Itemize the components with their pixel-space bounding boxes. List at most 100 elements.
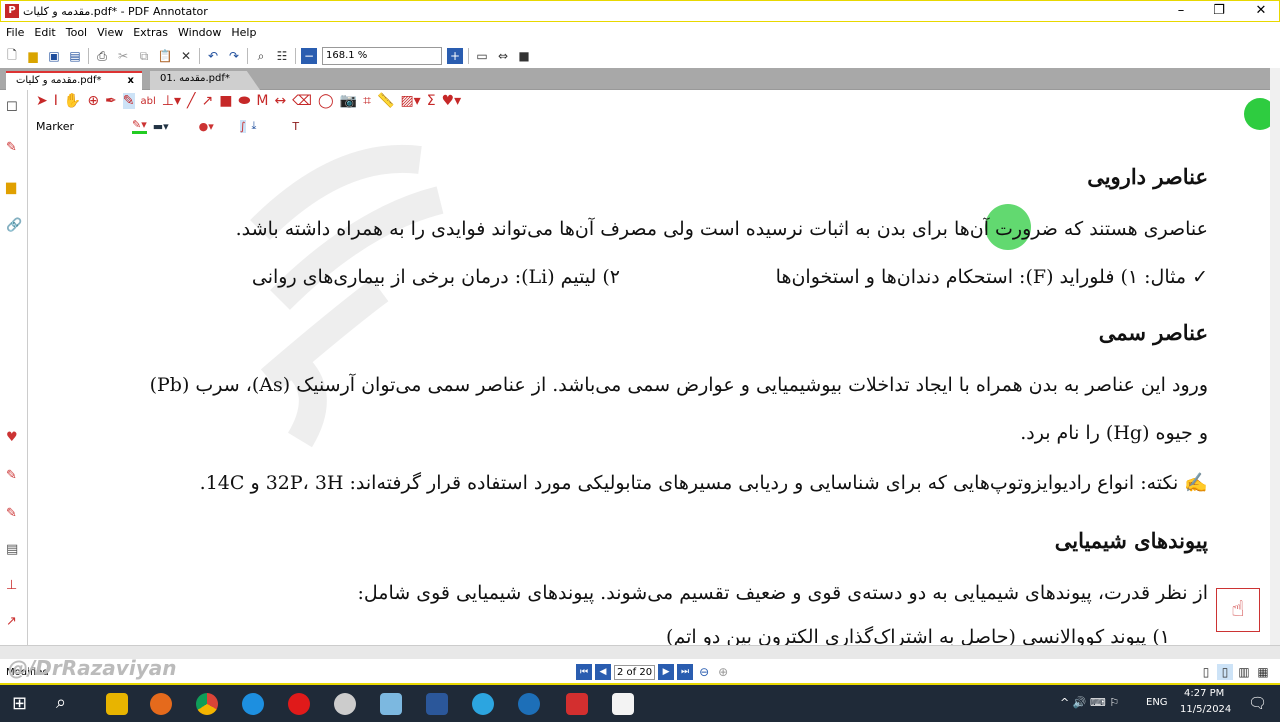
pen-tool-icon[interactable]: ✒ xyxy=(105,93,117,109)
firefox-icon[interactable] xyxy=(150,693,172,715)
notepad-icon[interactable] xyxy=(380,693,402,715)
hand-tool-floating-button[interactable]: ☝ xyxy=(1216,588,1260,632)
single-page-view-icon[interactable]: ▯ xyxy=(1198,664,1214,680)
vertical-scrollbar[interactable] xyxy=(1270,68,1280,645)
zoom-out-icon[interactable]: − xyxy=(301,48,317,64)
zoom-input[interactable]: 168.1 % xyxy=(322,47,442,65)
v-app-icon[interactable] xyxy=(518,693,540,715)
save-icon[interactable]: ▣ xyxy=(46,48,62,64)
save-as-icon[interactable]: ▤ xyxy=(67,48,83,64)
continuous-view-icon[interactable]: ▯ xyxy=(1217,664,1233,680)
text-style-icon[interactable]: T xyxy=(292,120,299,133)
line-icon[interactable]: ╱ xyxy=(187,93,195,109)
folder-icon[interactable]: ▆ xyxy=(6,180,16,195)
pdf-annotator-taskbar-icon[interactable] xyxy=(566,693,588,715)
page-icon[interactable]: ☐ xyxy=(6,100,18,115)
rectangle-icon[interactable]: ■ xyxy=(219,93,232,109)
clock-time[interactable]: 4:27 PM xyxy=(1184,688,1224,699)
windows-start-icon[interactable]: ⊞ xyxy=(12,693,27,714)
insert-image-icon[interactable]: ▨▾ xyxy=(400,93,420,109)
notifications-icon[interactable]: 🗨 xyxy=(1248,694,1267,712)
lasso-icon[interactable]: ◯ xyxy=(318,93,334,109)
arrow-tool-icon[interactable]: ↗ xyxy=(201,93,213,109)
properties-icon[interactable]: ☷ xyxy=(274,48,290,64)
horizontal-scrollbar[interactable] xyxy=(0,645,1280,659)
tab-active-document[interactable]: مقدمه و کلیات.pdf* x xyxy=(6,71,142,90)
language-indicator[interactable]: ENG xyxy=(1146,697,1168,708)
text-select-icon[interactable]: I xyxy=(54,93,58,109)
highlighter-icon[interactable]: ✎ xyxy=(6,506,17,521)
cut-icon[interactable]: ✂ xyxy=(115,48,131,64)
tab-document-2[interactable]: 01. مقدمه.pdf* xyxy=(150,71,260,90)
magnifier-icon[interactable]: ⊕ xyxy=(87,93,99,109)
marker-favorite-icon[interactable]: ✎ xyxy=(6,140,17,155)
pen-icon[interactable]: ✎ xyxy=(6,468,17,483)
edge-icon[interactable] xyxy=(242,693,264,715)
favorites-heart-icon[interactable]: ♥ xyxy=(6,430,18,445)
menu-tool[interactable]: Tool xyxy=(66,26,87,39)
marker-tool-icon[interactable]: ✎ xyxy=(122,93,135,109)
fullscreen-icon[interactable]: ■ xyxy=(516,48,532,64)
attachment-icon[interactable]: 🔗 xyxy=(6,218,22,233)
fit-width-icon[interactable]: ⇔ xyxy=(495,48,511,64)
find-icon[interactable]: ⌕ xyxy=(253,48,269,64)
menu-extras[interactable]: Extras xyxy=(133,26,168,39)
powerpoint-icon[interactable] xyxy=(612,693,634,715)
file-explorer-icon[interactable] xyxy=(106,693,128,715)
ellipse-icon[interactable]: ⬬ xyxy=(238,93,250,109)
stamp-tool-icon[interactable]: ⊥▾ xyxy=(162,93,181,109)
arrow-icon[interactable]: ↗ xyxy=(6,614,17,629)
paste-icon[interactable]: 📋 xyxy=(157,48,173,64)
maximize-button[interactable]: ❐ xyxy=(1204,3,1234,18)
copy-icon[interactable]: ⧉ xyxy=(136,48,152,64)
redo-icon[interactable]: ↷ xyxy=(226,48,242,64)
word-icon[interactable] xyxy=(426,693,448,715)
polyline-icon[interactable]: M xyxy=(256,93,268,109)
tab-close-icon[interactable]: x xyxy=(128,75,134,86)
menu-window[interactable]: Window xyxy=(178,26,221,39)
prev-page-icon[interactable]: ◀ xyxy=(595,664,611,680)
forward-icon[interactable]: ⊕ xyxy=(715,664,731,680)
chrome-icon[interactable] xyxy=(196,693,218,715)
menu-help[interactable]: Help xyxy=(231,26,256,39)
new-icon[interactable]: 🗋 xyxy=(4,48,20,64)
line-width-icon[interactable]: ●▾ xyxy=(199,120,214,133)
open-folder-icon[interactable]: ▆ xyxy=(25,48,41,64)
telegram-icon[interactable] xyxy=(472,693,494,715)
undo-icon[interactable]: ↶ xyxy=(205,48,221,64)
ruler-icon[interactable]: 📏 xyxy=(377,93,394,109)
eraser-icon[interactable]: ⌫ xyxy=(292,93,312,109)
measure-icon[interactable]: ↔ xyxy=(274,93,286,109)
minimize-button[interactable]: – xyxy=(1166,3,1196,18)
menu-file[interactable]: File xyxy=(6,26,24,39)
two-page-view-icon[interactable]: ▥ xyxy=(1236,664,1252,680)
zoom-in-icon[interactable]: + xyxy=(447,48,463,64)
select-icon[interactable]: ➤ xyxy=(36,93,48,109)
hand-icon[interactable]: ✋ xyxy=(64,93,81,109)
textbox-icon[interactable]: ▤ xyxy=(6,542,18,557)
tray-icons[interactable]: ^ 🔊 ⌨ ⚐ xyxy=(1060,696,1119,709)
crop-icon[interactable]: ⌗ xyxy=(363,93,371,109)
favorites-icon[interactable]: ♥▾ xyxy=(442,93,462,109)
color-picker-icon[interactable]: ✎▾ xyxy=(132,118,147,134)
straighten-icon[interactable]: ⤓ xyxy=(252,119,257,133)
text-tool-icon[interactable]: abl xyxy=(141,96,156,107)
snipping-tool-icon[interactable] xyxy=(334,693,356,715)
page-number-input[interactable]: 2 of 20 xyxy=(614,664,656,680)
delete-icon[interactable]: ✕ xyxy=(178,48,194,64)
menu-edit[interactable]: Edit xyxy=(34,26,55,39)
menu-view[interactable]: View xyxy=(97,26,123,39)
fill-color-icon[interactable]: ▬▾ xyxy=(153,120,169,133)
print-icon[interactable]: ⎙ xyxy=(94,48,110,64)
clock-date[interactable]: 11/5/2024 xyxy=(1180,704,1231,715)
next-page-icon[interactable]: ▶ xyxy=(658,664,675,680)
opera-icon[interactable] xyxy=(288,693,310,715)
search-icon[interactable]: ⌕ xyxy=(56,692,66,713)
sigma-icon[interactable]: Σ xyxy=(427,93,436,109)
last-page-icon[interactable]: ⏭ xyxy=(677,664,694,680)
first-page-icon[interactable]: ⏮ xyxy=(576,664,592,680)
smooth-icon[interactable]: ∫ xyxy=(239,119,246,133)
close-button[interactable]: ✕ xyxy=(1246,3,1276,18)
back-icon[interactable]: ⊖ xyxy=(696,664,712,680)
stamp-icon[interactable]: ⊥ xyxy=(6,578,17,593)
